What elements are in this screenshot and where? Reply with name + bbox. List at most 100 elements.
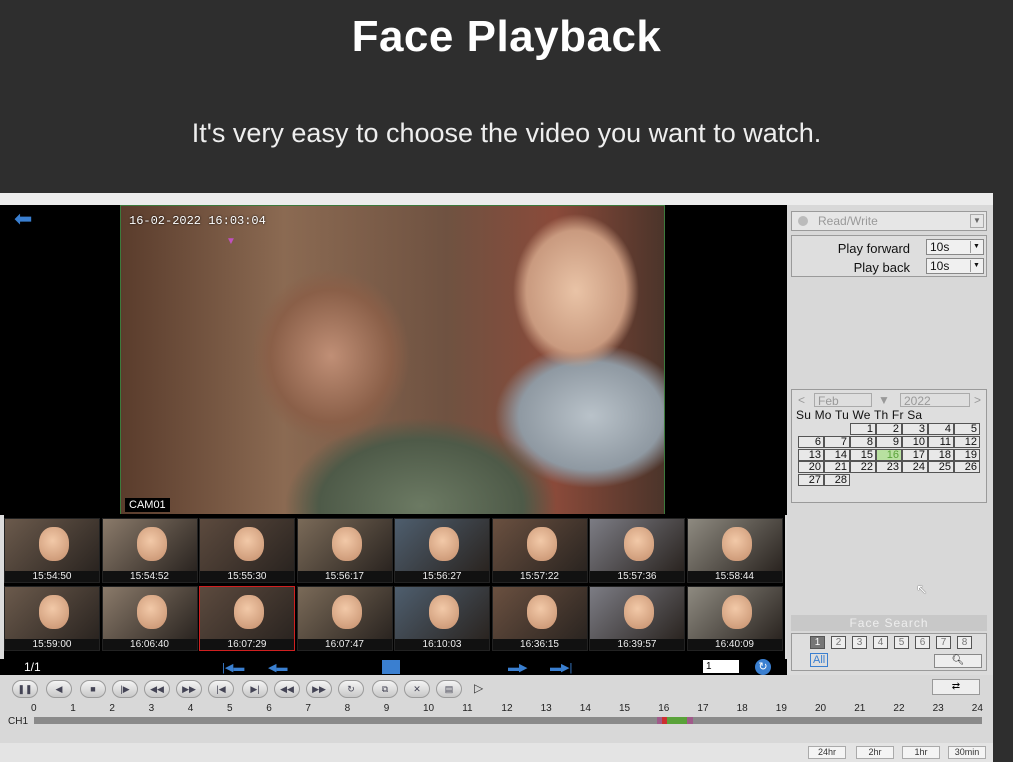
play-forward-select[interactable]: 10s ▼ <box>926 239 984 255</box>
calendar-day[interactable]: 14 <box>824 448 850 461</box>
calendar-day[interactable]: 27 <box>798 474 824 487</box>
face-page-button[interactable]: 3 <box>852 636 867 649</box>
face-thumbnail[interactable]: 15:55:30 <box>199 518 295 583</box>
play-icon[interactable]: ▷ <box>474 681 483 695</box>
calendar-week: 6 7 8 9 10 11 12 <box>798 435 986 449</box>
calendar-day[interactable]: 18 <box>928 448 954 461</box>
face-thumbnail[interactable]: 16:06:40 <box>101 586 198 651</box>
face-thumbnail[interactable]: 15:58:44 <box>686 518 783 583</box>
calendar-day[interactable]: 10 <box>902 435 928 448</box>
calendar-day[interactable]: 2 <box>876 423 902 435</box>
face-page-button[interactable]: 7 <box>936 636 951 649</box>
face-page-button[interactable]: 8 <box>957 636 972 649</box>
face-thumbnail[interactable]: 15:56:27 <box>394 518 490 583</box>
search-icon[interactable]: 🔍︎ <box>934 654 982 668</box>
previous-icon[interactable]: |◀ <box>208 680 234 698</box>
calendar-day[interactable]: 25 <box>928 461 954 474</box>
face-thumbnail[interactable]: 16:07:47 <box>296 586 393 651</box>
calendar-day[interactable]: 4 <box>928 423 954 435</box>
face-thumbnail[interactable]: 16:36:15 <box>491 586 588 651</box>
face-page-button[interactable]: 4 <box>873 636 888 649</box>
step-forward-icon[interactable]: |▶ <box>112 680 138 698</box>
calendar-day[interactable]: 21 <box>824 461 850 474</box>
face-thumbnail[interactable]: 16:39:57 <box>589 586 685 651</box>
page-input[interactable]: 1 <box>703 660 739 673</box>
face-search-button[interactable]: Face Search <box>791 615 987 631</box>
month-select[interactable]: Feb <box>814 393 872 408</box>
timeline-track[interactable] <box>34 717 982 724</box>
next-page-icon[interactable]: ▬▶ <box>508 661 527 674</box>
calendar-day[interactable]: 7 <box>824 435 850 448</box>
calendar-day[interactable]: 5 <box>954 423 980 435</box>
face-page-button[interactable]: 6 <box>915 636 930 649</box>
face-page-button[interactable]: 2 <box>831 636 846 649</box>
close-icon[interactable]: ✕ <box>404 680 430 698</box>
thumbnail-time: 15:55:30 <box>200 571 294 582</box>
slow-forward-icon[interactable]: ▶▶ <box>306 680 332 698</box>
hour-label: 12 <box>501 703 513 714</box>
back-arrow-icon[interactable]: ⬅ <box>14 208 48 230</box>
face-thumbnail[interactable]: 15:59:00 <box>4 586 100 651</box>
copy-icon[interactable]: ⧉ <box>372 680 398 698</box>
calendar-day[interactable]: 22 <box>850 461 876 474</box>
calendar-day[interactable]: 9 <box>876 435 902 448</box>
calendar-day[interactable]: 8 <box>850 435 876 448</box>
hour-label: 8 <box>344 703 351 714</box>
calendar-week: 27 28 <box>798 474 986 487</box>
zoom-1hr-button[interactable]: 1hr <box>902 746 940 759</box>
face-thumbnail-grid: 15:54:50 15:54:52 15:55:30 15:56:17 15:56:27… <box>4 514 785 659</box>
slow-rewind-icon[interactable]: ◀◀ <box>274 680 300 698</box>
calendar-day[interactable]: 12 <box>954 435 980 448</box>
calendar-day[interactable]: 11 <box>928 435 954 448</box>
calendar-day[interactable]: 19 <box>954 448 980 461</box>
calendar-day[interactable]: 6 <box>798 435 824 448</box>
hour-label: 20 <box>815 703 827 714</box>
calendar-day[interactable]: 24 <box>902 461 928 474</box>
calendar-day[interactable]: 1 <box>850 423 876 435</box>
calendar-day[interactable]: 13 <box>798 448 824 461</box>
next-month-icon[interactable]: > <box>974 393 981 407</box>
calendar-day[interactable]: 3 <box>902 423 928 435</box>
face-thumbnail[interactable]: 16:40:09 <box>686 586 783 651</box>
face-page-button[interactable]: 5 <box>894 636 909 649</box>
swap-icon[interactable]: ⇄ <box>932 679 980 695</box>
zoom-24hr-button[interactable]: 24hr <box>808 746 846 759</box>
refresh-icon[interactable]: ↻ <box>755 659 771 675</box>
reverse-play-icon[interactable]: ◀ <box>46 680 72 698</box>
calendar-day[interactable]: 17 <box>902 448 928 461</box>
face-thumbnail[interactable]: 15:54:50 <box>4 518 100 583</box>
face-thumbnail[interactable]: 15:57:22 <box>491 518 588 583</box>
calendar-day[interactable]: 28 <box>824 474 850 487</box>
face-thumbnail[interactable]: 15:56:17 <box>296 518 393 583</box>
play-back-select[interactable]: 10s ▼ <box>926 258 984 274</box>
face-page-button[interactable]: 1 <box>810 636 825 649</box>
calendar-day[interactable]: 15 <box>850 448 876 461</box>
face-thumbnail[interactable]: 15:54:52 <box>101 518 198 583</box>
all-button[interactable]: All <box>810 653 829 667</box>
prev-month-icon[interactable]: < <box>798 393 805 407</box>
calendar-day[interactable]: 23 <box>876 461 902 474</box>
zoom-30min-button[interactable]: 30min <box>948 746 986 759</box>
mode-select[interactable]: Read/Write ▼ <box>791 211 987 231</box>
next-icon[interactable]: ▶| <box>242 680 268 698</box>
last-page-icon[interactable]: ▬▶| <box>550 661 572 674</box>
prev-page-icon[interactable]: ◀▬ <box>268 661 287 674</box>
timeline[interactable]: 0 1 2 3 4 5 6 7 8 9 10 11 12 13 14 15 16 17 18 19 20 21 22 23 24… <box>0 703 993 743</box>
face-thumbnail[interactable]: 15:57:36 <box>589 518 685 583</box>
save-icon[interactable]: ▤ <box>436 680 462 698</box>
stop-icon[interactable]: ■ <box>80 680 106 698</box>
face-thumbnail[interactable]: 16:10:03 <box>394 586 490 651</box>
video-view[interactable]: 16-02-2022 16:03:04 ▼ CAM01 <box>120 205 665 515</box>
pause-icon[interactable]: ❚❚ <box>12 680 38 698</box>
calendar-day[interactable]: 16 <box>876 448 902 461</box>
fast-forward-icon[interactable]: ▶▶ <box>176 680 202 698</box>
zoom-2hr-button[interactable]: 2hr <box>856 746 894 759</box>
face-thumbnail[interactable]: 16:07:29 <box>199 586 295 651</box>
year-select[interactable]: 2022 <box>900 393 970 408</box>
calendar-day[interactable]: 26 <box>954 461 980 474</box>
first-page-icon[interactable]: |◀▬ <box>222 661 244 674</box>
loop-icon[interactable]: ↻ <box>338 680 364 698</box>
face-shape <box>721 595 752 629</box>
calendar-day[interactable]: 20 <box>798 461 824 474</box>
rewind-icon[interactable]: ◀◀ <box>144 680 170 698</box>
